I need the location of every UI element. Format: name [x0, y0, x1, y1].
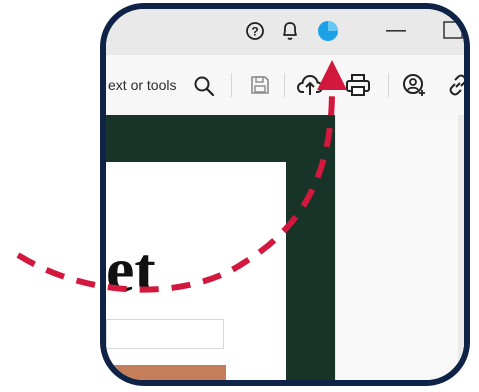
link-icon[interactable]	[446, 73, 470, 97]
svg-text:?: ?	[251, 25, 258, 39]
accent-bar	[106, 365, 226, 380]
cloud-upload-icon[interactable]	[297, 73, 323, 97]
search-icon[interactable]	[193, 75, 215, 97]
document-view[interactable]: et	[106, 115, 335, 380]
save-icon[interactable]	[250, 75, 270, 95]
toolbar-separator	[284, 73, 285, 97]
avatar-icon[interactable]	[317, 20, 339, 42]
minimize-icon[interactable]	[386, 29, 406, 33]
document-page: et	[106, 162, 286, 380]
search-tools-text[interactable]: ext or tools	[108, 77, 176, 93]
zoomed-app-window: ? ext or tools et	[100, 3, 470, 386]
form-field[interactable]	[106, 319, 224, 349]
toolbar-separator	[388, 73, 389, 97]
print-icon[interactable]	[346, 74, 370, 96]
toolbar-separator	[231, 73, 232, 97]
help-icon[interactable]: ?	[245, 21, 265, 41]
toolbar: ext or tools	[106, 55, 464, 116]
bell-icon[interactable]	[280, 20, 300, 42]
right-panel	[335, 115, 464, 380]
add-user-icon[interactable]	[402, 73, 426, 97]
document-heading: et	[106, 234, 156, 305]
scrollbar[interactable]	[458, 115, 464, 380]
maximize-icon[interactable]	[443, 21, 463, 39]
title-bar: ?	[106, 9, 464, 55]
